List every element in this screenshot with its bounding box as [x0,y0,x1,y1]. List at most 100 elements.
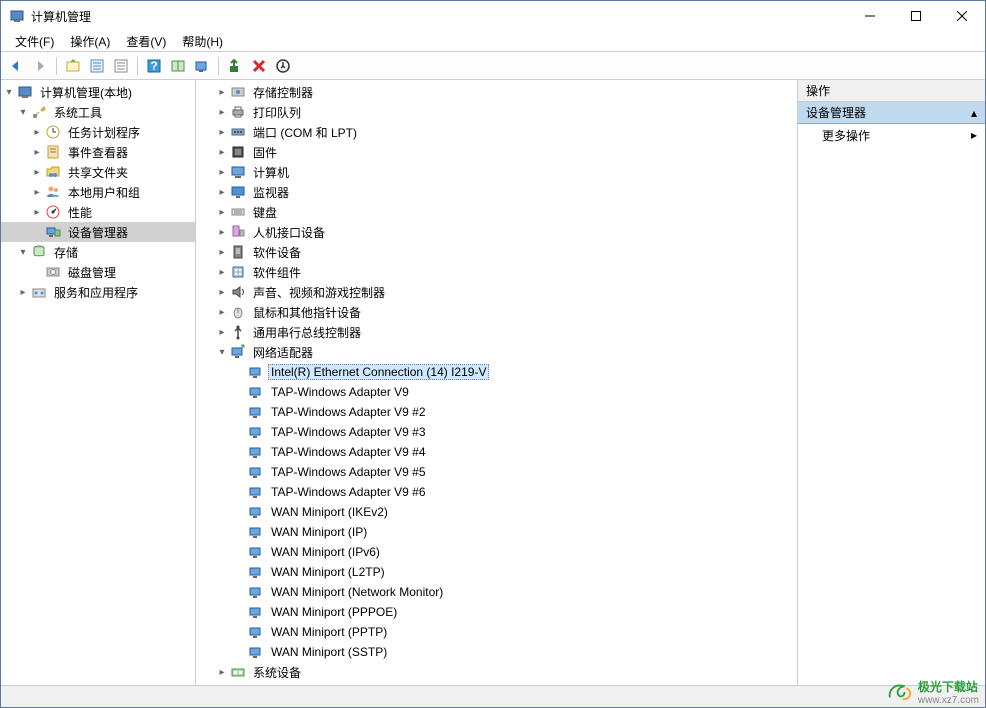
device-node-computer[interactable]: ▸ 计算机 [196,162,797,182]
device-label: TAP-Windows Adapter V9 #4 [268,444,429,460]
device-node-adapter-12[interactable]: ▸WAN Miniport (PPPOE) [196,602,797,622]
menu-help[interactable]: 帮助(H) [174,31,231,52]
chevron-right-icon[interactable]: ▸ [214,187,230,198]
device-node-adapter-0[interactable]: ▸Intel(R) Ethernet Connection (14) I219-… [196,362,797,382]
tree-device-manager[interactable]: ▸ 设备管理器 [1,222,195,242]
device-node-adapter-5[interactable]: ▸TAP-Windows Adapter V9 #5 [196,462,797,482]
toolbar-separator [56,57,57,75]
device-label: WAN Miniport (IP) [268,524,370,540]
actions-more[interactable]: 更多操作 ▸ [798,124,985,146]
tree-performance[interactable]: ▸ 性能 [1,202,195,222]
scan-hardware-button[interactable] [191,55,213,77]
tree-task-scheduler[interactable]: ▸ 任务计划程序 [1,122,195,142]
chevron-right-icon[interactable]: ▸ [214,207,230,218]
tree-shared-folders[interactable]: ▸ 共享文件夹 [1,162,195,182]
help-button[interactable]: ? [143,55,165,77]
show-hidden-button[interactable] [167,55,189,77]
device-node-audio[interactable]: ▸声音、视频和游戏控制器 [196,282,797,302]
chevron-right-icon[interactable]: ▸ [29,167,45,178]
uninstall-button[interactable] [248,55,270,77]
collapse-icon[interactable]: ▴ [971,106,977,120]
menu-file[interactable]: 文件(F) [7,31,62,52]
device-node-keyboards[interactable]: ▸键盘 [196,202,797,222]
chevron-down-icon[interactable]: ▾ [15,107,31,118]
device-node-adapter-3[interactable]: ▸TAP-Windows Adapter V9 #3 [196,422,797,442]
tree-root[interactable]: ▾ 计算机管理(本地) [1,82,195,102]
tree-storage[interactable]: ▾ 存储 [1,242,195,262]
device-node-mouse[interactable]: ▸ 鼠标和其他指针设备 [196,302,797,322]
left-panel[interactable]: ▾ 计算机管理(本地) ▾ 系统工具 ▸ 任务计划程序 ▸ 事件查看器 ▸ 共享… [1,80,196,685]
chevron-right-icon[interactable]: ▸ [214,287,230,298]
chevron-right-icon[interactable]: ▸ [214,307,230,318]
chevron-down-icon[interactable]: ▾ [214,347,230,358]
up-button[interactable] [62,55,84,77]
chevron-right-icon[interactable]: ▸ [214,167,230,178]
device-node-network-adapters[interactable]: ▾网络适配器 [196,342,797,362]
chevron-right-icon[interactable]: ▸ [214,87,230,98]
chevron-right-icon[interactable]: ▸ [29,187,45,198]
device-node-adapter-2[interactable]: ▸TAP-Windows Adapter V9 #2 [196,402,797,422]
chevron-right-icon[interactable]: ▸ [15,287,31,298]
chevron-right-icon[interactable]: ▸ [29,147,45,158]
device-node-usb[interactable]: ▸通用串行总线控制器 [196,322,797,342]
device-label: 计算机 [250,163,292,182]
device-node-adapter-6[interactable]: ▸TAP-Windows Adapter V9 #6 [196,482,797,502]
device-node-hid[interactable]: ▸人机接口设备 [196,222,797,242]
chevron-right-icon[interactable]: ▸ [214,247,230,258]
chevron-right-icon[interactable]: ▸ [214,667,230,678]
device-label: 软件组件 [250,263,304,282]
device-tree[interactable]: ▸存储控制器▸打印队列▸端口 (COM 和 LPT)▸固件▸计算机▸监视器▸键盘… [196,80,797,685]
chevron-right-icon[interactable]: ▸ [214,147,230,158]
device-node-adapter-1[interactable]: ▸TAP-Windows Adapter V9 [196,382,797,402]
back-button[interactable] [5,55,27,77]
device-label: WAN Miniport (L2TP) [268,564,388,580]
hid-icon [230,224,246,240]
tree-local-users[interactable]: ▸ 本地用户和组 [1,182,195,202]
forward-button[interactable] [29,55,51,77]
chevron-down-icon[interactable]: ▾ [15,247,31,258]
printer-icon [230,104,246,120]
tree-services-apps[interactable]: ▸ 服务和应用程序 [1,282,195,302]
device-label: 系统设备 [250,663,304,682]
device-node-firmware[interactable]: ▸固件 [196,142,797,162]
device-node-adapter-10[interactable]: ▸WAN Miniport (L2TP) [196,562,797,582]
menu-view[interactable]: 查看(V) [118,31,174,52]
device-node-monitors[interactable]: ▸监视器 [196,182,797,202]
chevron-right-icon[interactable]: ▸ [214,227,230,238]
maximize-button[interactable] [893,1,939,31]
actions-section[interactable]: 设备管理器 ▴ [798,102,985,124]
device-label: 鼠标和其他指针设备 [250,303,364,322]
device-node-adapter-4[interactable]: ▸TAP-Windows Adapter V9 #4 [196,442,797,462]
update-driver-button[interactable] [224,55,246,77]
chevron-right-icon[interactable]: ▸ [214,327,230,338]
tree-system-tools[interactable]: ▾ 系统工具 [1,102,195,122]
device-node-print-queues[interactable]: ▸打印队列 [196,102,797,122]
device-node-adapter-9[interactable]: ▸WAN Miniport (IPv6) [196,542,797,562]
device-node-adapter-14[interactable]: ▸WAN Miniport (SSTP) [196,642,797,662]
properties-button[interactable] [86,55,108,77]
list-button[interactable] [110,55,132,77]
chevron-right-icon[interactable]: ▸ [29,207,45,218]
chevron-down-icon[interactable]: ▾ [1,87,17,98]
chevron-right-icon[interactable]: ▸ [214,107,230,118]
chevron-right-icon[interactable]: ▸ [214,267,230,278]
device-node-ports[interactable]: ▸端口 (COM 和 LPT) [196,122,797,142]
menu-action[interactable]: 操作(A) [62,31,118,52]
device-node-adapter-13[interactable]: ▸WAN Miniport (PPTP) [196,622,797,642]
toolbar-separator [218,57,219,75]
minimize-button[interactable] [847,1,893,31]
tree-disk-mgmt[interactable]: ▸ 磁盘管理 [1,262,195,282]
disable-button[interactable] [272,55,294,77]
tree-event-viewer[interactable]: ▸ 事件查看器 [1,142,195,162]
chevron-right-icon[interactable]: ▸ [29,127,45,138]
device-node-storage-controllers[interactable]: ▸存储控制器 [196,82,797,102]
window-title: 计算机管理 [31,8,847,25]
device-node-adapter-8[interactable]: ▸WAN Miniport (IP) [196,522,797,542]
device-node-system-devices[interactable]: ▸ 系统设备 [196,662,797,682]
close-button[interactable] [939,1,985,31]
device-node-software-components[interactable]: ▸ 软件组件 [196,262,797,282]
device-node-software-devices[interactable]: ▸软件设备 [196,242,797,262]
chevron-right-icon[interactable]: ▸ [214,127,230,138]
device-node-adapter-7[interactable]: ▸WAN Miniport (IKEv2) [196,502,797,522]
device-node-adapter-11[interactable]: ▸WAN Miniport (Network Monitor) [196,582,797,602]
